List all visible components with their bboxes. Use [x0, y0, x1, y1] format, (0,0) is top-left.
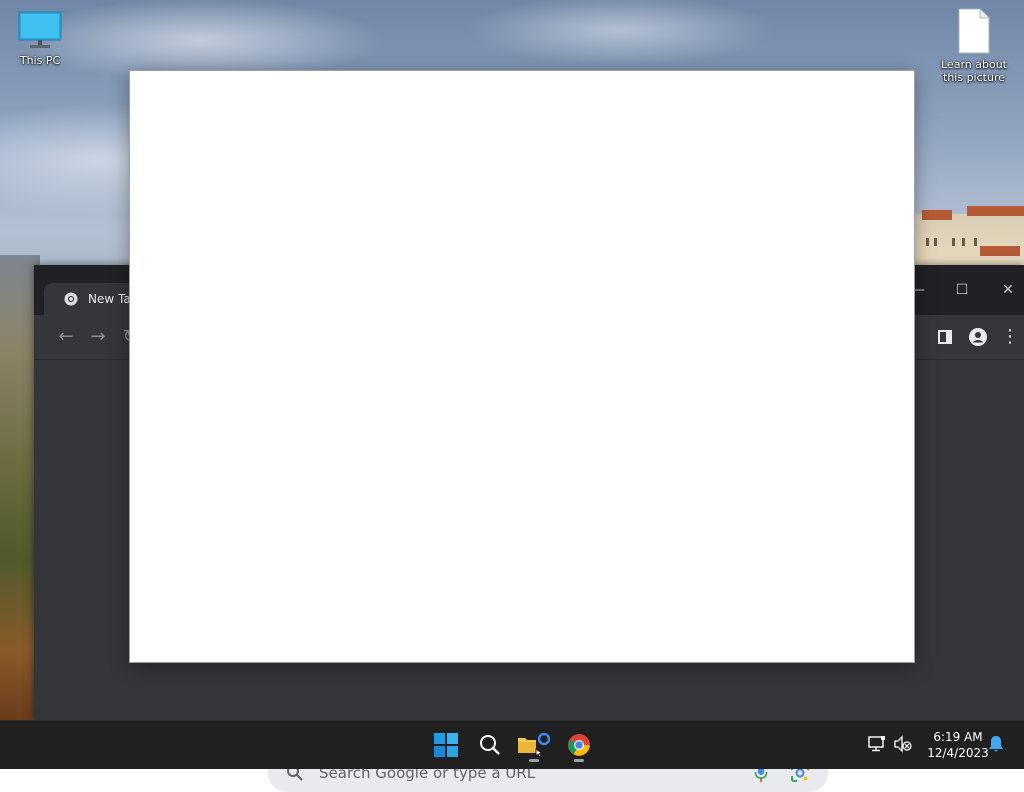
taskbar-chrome[interactable]: [561, 727, 597, 763]
chrome-icon: [568, 734, 590, 756]
profile-icon[interactable]: [966, 325, 990, 349]
windows-start-icon: [434, 733, 458, 757]
volume-muted-icon[interactable]: [894, 735, 912, 753]
network-icon[interactable]: [868, 735, 886, 753]
file-explorer-icon: [518, 733, 551, 757]
notification-bell-icon[interactable]: [988, 735, 1004, 753]
wallpaper-town: [912, 190, 1024, 270]
blank-window[interactable]: [129, 70, 915, 663]
back-arrow-icon[interactable]: ←: [54, 325, 78, 349]
desktop-icon-this-pc[interactable]: This PC: [2, 10, 78, 67]
search-icon: [480, 735, 500, 755]
taskbar-file-explorer[interactable]: [516, 727, 552, 763]
side-panel-icon[interactable]: [933, 325, 957, 349]
taskbar-search-button[interactable]: [472, 727, 508, 763]
taskbar: 6:19 AM 12/4/2023: [0, 720, 1024, 769]
monitor-icon: [18, 11, 62, 48]
desktop-icon-label: This PC: [19, 54, 61, 67]
document-icon: [958, 8, 990, 54]
running-indicator: [529, 759, 539, 762]
menu-kebab-icon[interactable]: ⋮: [998, 325, 1022, 349]
system-clock[interactable]: 6:19 AM 12/4/2023: [918, 729, 998, 761]
forward-arrow-icon[interactable]: →: [86, 325, 110, 349]
desktop-icon-learn-about-picture[interactable]: Learn about this picture: [936, 8, 1012, 84]
running-indicator: [574, 759, 584, 762]
close-button[interactable]: ✕: [988, 279, 1024, 301]
clock-time: 6:19 AM: [933, 730, 983, 744]
maximize-button[interactable]: ☐: [942, 279, 982, 301]
clock-date: 12/4/2023: [927, 746, 989, 760]
desktop-icon-label: Learn about this picture: [941, 58, 1007, 84]
start-button[interactable]: [428, 727, 464, 763]
chrome-favicon-icon: [64, 292, 78, 306]
